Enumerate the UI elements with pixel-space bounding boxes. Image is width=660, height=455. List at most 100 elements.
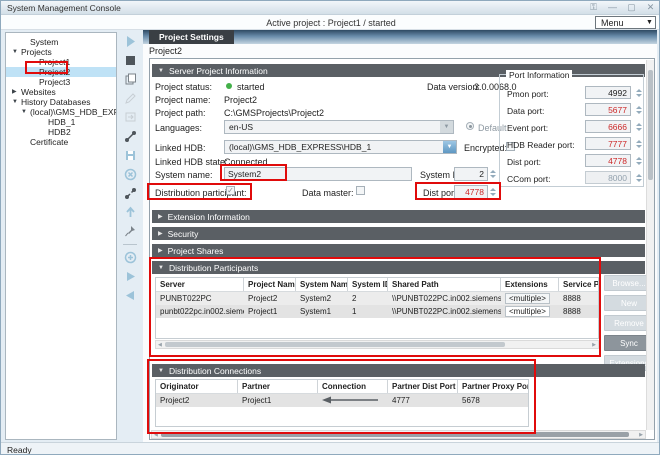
- system-id-spinner[interactable]: [489, 167, 496, 181]
- collapse-icon[interactable]: ▼: [12, 47, 21, 57]
- column-header[interactable]: Extensions: [501, 278, 559, 291]
- port-spinner[interactable]: [635, 86, 642, 100]
- save-icon[interactable]: [119, 146, 141, 165]
- table-cell: 4777: [388, 394, 458, 407]
- port-field[interactable]: 4778: [585, 154, 631, 167]
- upload-icon[interactable]: [119, 203, 141, 222]
- linked-hdb-state-value: Connected: [224, 157, 268, 167]
- tree-item--local-gms-hdb-express[interactable]: ▼(local)\GMS_HDB_EXPRESS: [6, 107, 116, 117]
- unlink-icon[interactable]: [119, 184, 141, 203]
- languages-dropdown[interactable]: en-US ▼: [224, 120, 454, 134]
- column-header[interactable]: Server: [156, 278, 244, 291]
- play-icon[interactable]: [119, 32, 141, 51]
- table-cell: Project1: [244, 305, 296, 318]
- table-row[interactable]: PUNBT022PCProject2System22\\PUNBT022PC.i…: [156, 292, 598, 305]
- extensions-dropdown-cell[interactable]: <multiple>: [505, 293, 550, 304]
- cancel-icon[interactable]: [119, 165, 141, 184]
- table-row[interactable]: Project2Project147775678: [156, 394, 528, 407]
- dist-port-spinner[interactable]: [489, 185, 496, 199]
- stop-icon[interactable]: [119, 51, 141, 70]
- table-cell: 2: [348, 292, 388, 305]
- tree-item-label: History Databases: [21, 97, 90, 107]
- system-id-field[interactable]: 2: [454, 167, 488, 181]
- port-spinner[interactable]: [635, 137, 642, 151]
- tree-item-certificate[interactable]: Certificate: [6, 137, 116, 147]
- window-title: System Management Console: [7, 3, 121, 13]
- tree-item-websites[interactable]: ▶Websites: [6, 87, 116, 97]
- edit-icon[interactable]: [119, 89, 141, 108]
- column-header[interactable]: Originator: [156, 380, 238, 393]
- content-vscrollbar[interactable]: [646, 60, 654, 430]
- data-master-checkbox[interactable]: [356, 186, 365, 195]
- section-header-extension-information[interactable]: ▶ Extension Information: [152, 210, 645, 223]
- tree-item-project3[interactable]: Project3: [6, 77, 116, 87]
- system-name-value: System2: [228, 169, 261, 179]
- section-header-distribution-connections[interactable]: ▼ Distribution Connections: [152, 364, 645, 377]
- tree-item-project2[interactable]: Project2: [6, 67, 116, 77]
- link-icon[interactable]: [119, 127, 141, 146]
- maximize-icon[interactable]: ▢: [625, 2, 638, 13]
- tab-project-settings[interactable]: Project Settings: [149, 30, 234, 44]
- table-row[interactable]: punbt022pc.in002.siemerProject1System11\…: [156, 305, 598, 318]
- close-icon[interactable]: ✕: [644, 2, 657, 13]
- expand-icon[interactable]: ▶: [12, 87, 21, 97]
- back-icon[interactable]: [119, 286, 141, 305]
- column-header[interactable]: Shared Path: [388, 278, 501, 291]
- participants-table: ServerProject NameSystem NameSystem IDSh…: [155, 277, 599, 339]
- chevron-down-icon[interactable]: ▼: [440, 121, 453, 133]
- port-spinner[interactable]: [635, 120, 642, 134]
- port-field[interactable]: 5677: [585, 103, 631, 116]
- tree-item-project1[interactable]: Project1: [6, 57, 116, 67]
- tree-item-projects[interactable]: ▼Projects: [6, 47, 116, 57]
- port-spinner[interactable]: [635, 154, 642, 168]
- column-header[interactable]: System Name: [296, 278, 348, 291]
- column-header[interactable]: Partner: [238, 380, 318, 393]
- column-header[interactable]: Service Port: [559, 278, 599, 291]
- dist-port-field[interactable]: 4778: [454, 185, 488, 199]
- default-radio[interactable]: [466, 122, 474, 130]
- menu-bar: Active project : Project1 / started Menu…: [1, 15, 660, 30]
- participants-hscrollbar[interactable]: ◀ ▶: [155, 340, 599, 349]
- port-field[interactable]: 6666: [585, 120, 631, 133]
- linked-hdb-dropdown[interactable]: (local)\GMS_HDB_EXPRESS\HDB_1 ▼: [224, 140, 457, 154]
- port-field[interactable]: 4992: [585, 86, 631, 99]
- data-version-label: Data version:: [427, 82, 480, 92]
- system-name-field[interactable]: System2: [224, 167, 412, 181]
- table-cell: punbt022pc.in002.siemer: [156, 305, 244, 318]
- collapse-icon[interactable]: ▼: [12, 97, 21, 107]
- port-spinner[interactable]: [635, 171, 642, 185]
- navigation-tree: System▼ProjectsProject1Project2Project3▶…: [5, 32, 117, 440]
- lock-icon[interactable]: ⚿: [587, 2, 600, 13]
- collapse-icon[interactable]: ▼: [21, 107, 30, 117]
- port-field[interactable]: 7777: [585, 137, 631, 150]
- column-header[interactable]: Connection: [318, 380, 388, 393]
- column-header[interactable]: Partner Proxy Port: [458, 380, 529, 393]
- column-header[interactable]: Partner Dist Port: [388, 380, 458, 393]
- restore-icon[interactable]: [119, 108, 141, 127]
- copy-icon[interactable]: [119, 70, 141, 89]
- forward-icon[interactable]: [119, 267, 141, 286]
- add-icon[interactable]: [119, 248, 141, 267]
- tree-item-label: System: [30, 37, 58, 47]
- section-header-project-shares[interactable]: ▶ Project Shares: [152, 244, 645, 257]
- tree-item-system[interactable]: System: [6, 37, 116, 47]
- tab-strip: Project Settings: [143, 30, 657, 44]
- section-header-distribution-participants[interactable]: ▼ Distribution Participants: [152, 261, 645, 274]
- connection-direction-cell: [318, 394, 388, 407]
- tree-item-hdb-1[interactable]: HDB_1: [6, 117, 116, 127]
- tree-item-history-databases[interactable]: ▼History Databases: [6, 97, 116, 107]
- minimize-icon[interactable]: —: [606, 2, 619, 13]
- content-hscrollbar[interactable]: ◀ ▶: [151, 430, 646, 439]
- pin-icon[interactable]: [119, 222, 141, 241]
- column-header[interactable]: System ID: [348, 278, 388, 291]
- tree-item-hdb2[interactable]: HDB2: [6, 127, 116, 137]
- column-header[interactable]: Project Name: [244, 278, 296, 291]
- vertical-toolbar: [119, 32, 141, 440]
- port-spinner[interactable]: [635, 103, 642, 117]
- extensions-dropdown-cell[interactable]: <multiple>: [505, 306, 550, 317]
- menu-dropdown[interactable]: Menu ▼: [595, 16, 656, 29]
- table-cell: 5678: [458, 394, 529, 407]
- section-header-security[interactable]: ▶ Security: [152, 227, 645, 240]
- chevron-down-icon[interactable]: ▼: [443, 141, 456, 153]
- distribution-participant-checkbox[interactable]: ✓: [226, 186, 235, 195]
